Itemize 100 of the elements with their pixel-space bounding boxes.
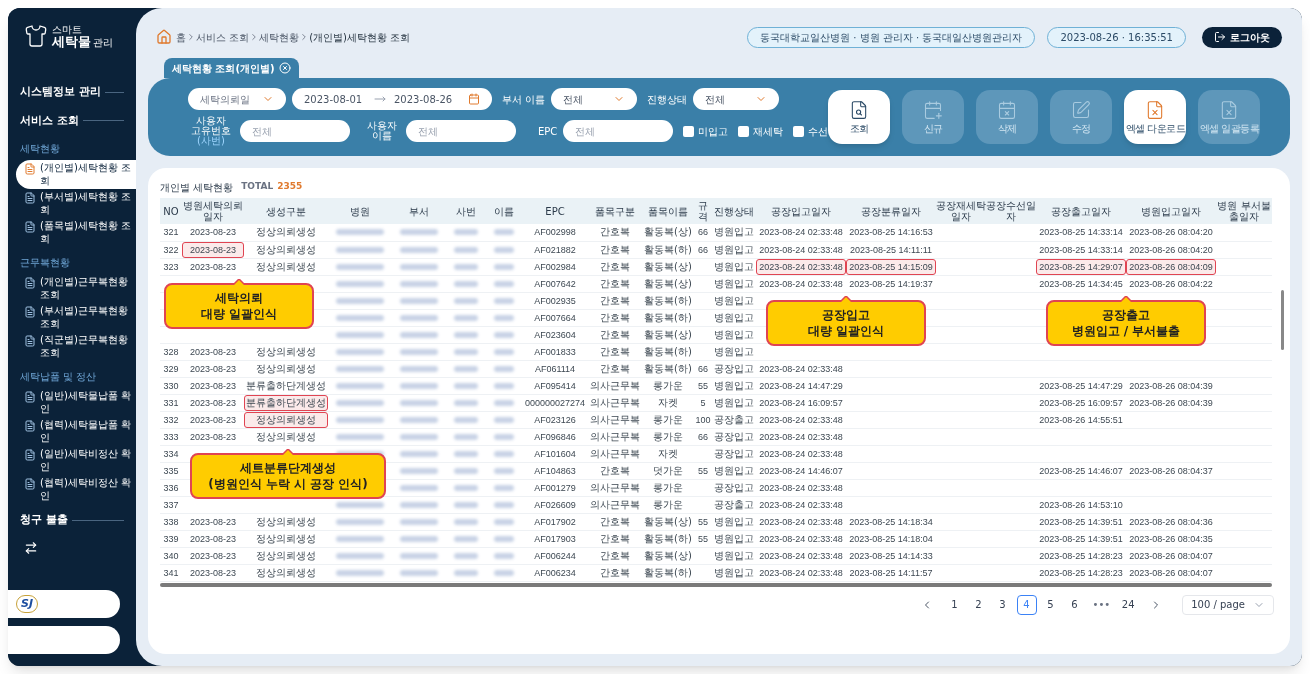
table-cell-text: 자켓 [657, 395, 679, 410]
column-header[interactable]: 병원세탁의뢰일자 [182, 200, 244, 222]
status-select[interactable]: 전체 [693, 88, 780, 110]
column-header[interactable]: 규격 [694, 200, 712, 222]
breadcrumb-item[interactable]: 세탁현황 [259, 29, 300, 45]
column-header[interactable]: 이름 [486, 205, 522, 217]
page-button[interactable]: 6 [1064, 594, 1085, 615]
table-cell-text: 55 [697, 515, 709, 529]
page-tab[interactable]: 세탁현황 조회(개인별) [164, 58, 299, 78]
table-cell-text: 2023-08-25 14:19:37 [848, 277, 934, 291]
page-button[interactable]: 1 [944, 594, 965, 615]
table-cell-text: 2023-08-24 02:33:48 [758, 532, 844, 546]
column-header[interactable]: 진행상태 [712, 205, 756, 217]
column-header[interactable]: 품목이름 [642, 205, 694, 217]
logout-button[interactable]: 로그아웃 [1202, 26, 1282, 48]
breadcrumb-item[interactable]: 서비스 조회 [196, 29, 250, 45]
sidebar-item[interactable]: (부서별)근무복현황 조회 [16, 303, 136, 332]
column-header[interactable]: 공장수선일자 [986, 200, 1036, 222]
table-cell-text: 2023-08-24 02:33:48 [758, 243, 844, 257]
column-header[interactable]: EPC [522, 205, 588, 217]
table-cell-text: 334 [162, 447, 180, 461]
table-cell-text: 간호복 [599, 548, 631, 563]
table-cell-text: 2023-08-24 02:33:48 [758, 413, 844, 427]
table-cell-text: 간호복 [599, 565, 631, 580]
table-cell-text: 2023-08-23 [188, 226, 237, 240]
table-cell-text: 2023-08-23 [188, 430, 237, 444]
page-button[interactable]: 4 [1016, 594, 1037, 615]
column-header[interactable]: 병원입고일자 [1126, 205, 1216, 217]
sidebar-item[interactable]: (개인별)세탁현황 조회 [16, 160, 136, 189]
table-cell-text: 롱가운 [652, 412, 684, 427]
column-header[interactable]: 공장입고일자 [756, 205, 846, 217]
table-cell-text: 2023-08-26 08:04:20 [1128, 243, 1214, 257]
table-cell-text: 간호복 [599, 293, 631, 308]
table-cell-text: 공장입고 [713, 446, 755, 461]
sidebar-item[interactable]: (협력)세탁비정산 확인 [16, 475, 136, 504]
table-cell-text: 2023-08-24 02:33:48 [758, 481, 844, 495]
table-cell-text: 간호복 [599, 276, 631, 291]
action-button[interactable]: 조회 [828, 90, 891, 144]
table-cell-text: 2023-08-25 14:46:07 [1038, 464, 1124, 478]
user-name-input[interactable]: 전체 [406, 120, 516, 142]
column-header[interactable]: 공장분류일자 [846, 205, 936, 217]
sidebar-item[interactable]: (협력)세탁물납품 확인 [16, 417, 136, 446]
sidebar-item[interactable]: (일반)세탁물납품 확인 [16, 388, 136, 417]
dept-select[interactable]: 전체 [551, 88, 638, 110]
sidebar-item[interactable]: (개인별)근무복현황 조회 [16, 274, 136, 303]
action-button[interactable]: 엑셀 다운로드 [1124, 90, 1187, 144]
table-cell-text: 병원입고 [713, 463, 755, 478]
epc-input[interactable]: 전체 [563, 120, 674, 142]
breadcrumb-item[interactable]: 홈 [176, 29, 186, 45]
column-header[interactable]: NO [160, 205, 182, 217]
table-cell-text: 2023-08-24 02:33:48 [758, 549, 844, 563]
table-cell-text: 활동복(하) [643, 531, 693, 546]
page-button[interactable]: 5 [1040, 594, 1061, 615]
table-cell-text: 2023-08-26 08:04:22 [1128, 277, 1214, 291]
table-cell-text: 병원입고 [713, 259, 755, 274]
table-cell-text: 정상의뢰생성 [255, 259, 317, 274]
table-cell-text: 롱가운 [652, 480, 684, 495]
sidebar-item[interactable]: (부서별)세탁현황 조회 [16, 189, 136, 218]
table-cell-text: 간호복 [599, 463, 631, 478]
page-button[interactable]: 24 [1118, 594, 1139, 615]
sidebar-item[interactable]: (품목별)세탁현황 조회 [16, 218, 136, 247]
date-type-select[interactable]: 세탁의뢰일 [188, 88, 286, 110]
table-cell-text: 2023-08-26 08:04:35 [1128, 532, 1214, 546]
table-cell-text: 331 [162, 396, 180, 410]
table-cell-text: 2023-08-24 02:33:48 [758, 566, 844, 580]
column-header[interactable]: 부서 [392, 205, 446, 217]
table-cell-text: 의사근무복 [589, 412, 641, 427]
page-size-select[interactable]: 100 / page [1182, 594, 1274, 615]
table-cell-text: 의사근무복 [589, 497, 641, 512]
sidebar-item[interactable]: (직군별)근무복현황 조회 [16, 332, 136, 361]
page-button[interactable]: 2 [968, 594, 989, 615]
column-header[interactable]: 생성구분 [244, 205, 328, 217]
sidebar-item[interactable]: (일반)세탁비정산 확인 [16, 446, 136, 475]
table-cell-text: 활동복(하) [643, 293, 693, 308]
column-header[interactable]: 사번 [446, 205, 486, 217]
column-header[interactable]: 품목구분 [588, 205, 642, 217]
column-header[interactable]: 병원 [328, 205, 392, 217]
table-cell-text: 55 [697, 379, 709, 393]
sidebar-heading[interactable]: 청구 불출 [20, 512, 68, 529]
table-cell-text: AF101604 [533, 447, 577, 461]
sidebar-group-label: 세탁현황 [19, 142, 61, 156]
datetime-pill: 2023-08-26 · 16:35:51 [1047, 26, 1186, 48]
column-header[interactable]: 공장재세탁일자 [936, 200, 986, 222]
sidebar-heading[interactable]: 시스템정보 관리 [20, 84, 101, 101]
date-range-field[interactable]: 2023-08-01 2023-08-26 [292, 88, 492, 110]
column-header[interactable]: 병원 부서불출일자 [1216, 200, 1272, 222]
table-cell-text: 335 [162, 464, 180, 478]
table-cell-text: 간호복 [599, 514, 631, 529]
breadcrumb-item[interactable]: (개인별)세탁현황 조회 [309, 29, 411, 45]
user-id-input[interactable]: 전체 [240, 120, 350, 142]
table-cell-text: 활동복(상) [643, 327, 693, 342]
table-cell-text: 330 [162, 379, 180, 393]
table-cell-text: 66 [697, 362, 709, 376]
page-button[interactable]: 3 [992, 594, 1013, 615]
table-cell-text: AF017903 [533, 532, 577, 546]
table-cell-text: 2023-08-23 [188, 515, 237, 529]
table-cell-text: 2023-08-25 14:39:51 [1038, 515, 1124, 529]
table-cell-text: 의사근무복 [589, 446, 641, 461]
sidebar-heading[interactable]: 서비스 조회 [20, 112, 79, 129]
column-header[interactable]: 공장출고일자 [1036, 205, 1126, 217]
